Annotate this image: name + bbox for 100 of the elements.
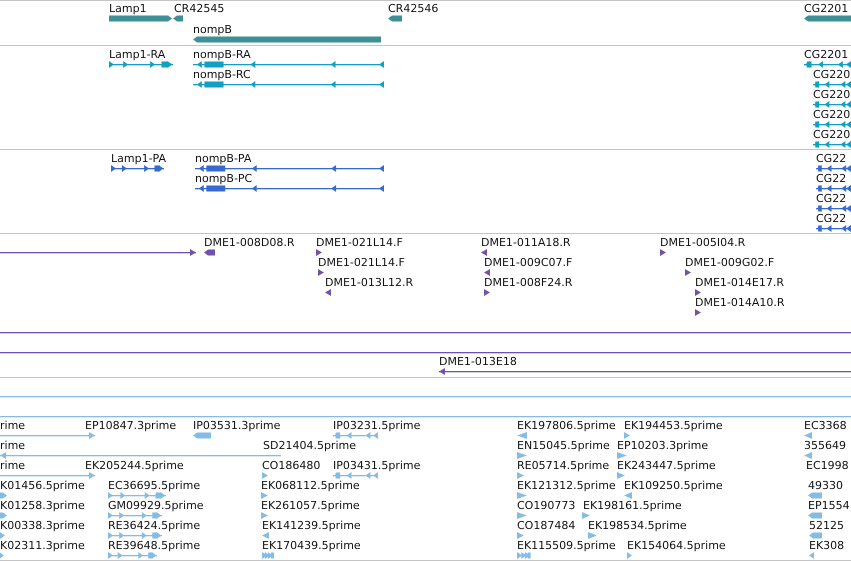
transcript-glyph[interactable] — [813, 121, 851, 128]
est-glyph[interactable] — [262, 472, 268, 479]
est-glyph[interactable] — [108, 532, 162, 539]
feature-label: DME1-008D08.R — [204, 237, 294, 249]
est-glyph[interactable] — [627, 552, 632, 559]
est-glyph[interactable] — [0, 432, 95, 439]
protein-glyph[interactable] — [816, 225, 851, 232]
est-glyph[interactable] — [0, 413, 851, 420]
est-glyph[interactable] — [108, 512, 162, 519]
protein-glyph[interactable] — [111, 165, 164, 172]
est-glyph[interactable] — [0, 532, 5, 539]
gene-glyph[interactable] — [193, 36, 381, 43]
est-glyph[interactable] — [108, 552, 157, 559]
est-glyph[interactable] — [193, 432, 211, 439]
feature-label: EK198161.5prime — [583, 500, 682, 512]
feature-label: nompB-PA — [195, 153, 252, 165]
feature-label: CG22 — [816, 153, 846, 165]
clone-glyph[interactable] — [316, 249, 322, 256]
est-glyph[interactable] — [517, 532, 524, 539]
est-glyph[interactable] — [517, 552, 530, 559]
protein-glyph[interactable] — [816, 165, 851, 172]
est-glyph[interactable] — [517, 432, 527, 439]
transcript-glyph[interactable] — [109, 61, 173, 68]
protein-glyph[interactable] — [816, 185, 851, 192]
clone-glyph[interactable] — [439, 368, 851, 375]
est-glyph[interactable] — [333, 472, 378, 479]
est-glyph[interactable] — [617, 452, 627, 459]
clone-glyph[interactable] — [0, 249, 196, 256]
clone-glyph[interactable] — [0, 329, 851, 336]
est-glyph[interactable] — [0, 512, 7, 519]
transcript-glyph[interactable] — [813, 101, 851, 108]
est-glyph[interactable] — [617, 472, 625, 479]
feature-label: EP10203.3prime — [617, 440, 708, 452]
feature-label: Lamp1-PA — [111, 153, 166, 165]
est-glyph[interactable] — [804, 452, 812, 459]
transcript-glyph[interactable] — [193, 61, 384, 68]
est-glyph[interactable] — [517, 452, 527, 459]
est-glyph[interactable] — [808, 512, 822, 519]
clone-glyph[interactable] — [481, 249, 487, 256]
est-glyph[interactable] — [804, 432, 812, 439]
feature-label: DME1-008F24.R — [484, 277, 572, 289]
feature-label: EK308 — [809, 540, 844, 552]
transcript-glyph[interactable] — [193, 81, 384, 88]
est-glyph[interactable] — [333, 432, 378, 439]
feature-label: EK068112.5prime — [261, 480, 360, 492]
protein-glyph[interactable] — [195, 165, 384, 172]
clone-glyph[interactable] — [318, 269, 324, 276]
feature-label: Lamp1-RA — [109, 49, 166, 61]
est-glyph[interactable] — [517, 492, 527, 499]
est-glyph[interactable] — [517, 472, 524, 479]
est-glyph[interactable] — [517, 512, 527, 519]
est-glyph[interactable] — [0, 472, 95, 479]
transcript-glyph[interactable] — [813, 81, 851, 88]
feature-label: EK141239.5prime — [262, 520, 361, 532]
transcript-glyph[interactable] — [804, 61, 851, 68]
est-glyph[interactable] — [0, 393, 851, 400]
clone-glyph[interactable] — [484, 269, 490, 276]
feature-label: IP03231.5prime — [333, 420, 420, 432]
protein-glyph[interactable] — [816, 205, 851, 212]
est-glyph[interactable] — [809, 532, 822, 539]
clone-glyph[interactable] — [695, 289, 701, 296]
clone-glyph[interactable] — [484, 289, 490, 296]
clone-glyph[interactable] — [660, 249, 666, 256]
est-glyph[interactable] — [0, 492, 7, 499]
est-glyph[interactable] — [809, 552, 814, 559]
feature-label: EN15045.5prime — [517, 440, 610, 452]
clone-glyph[interactable] — [685, 269, 691, 276]
feature-label: EC1998 — [806, 460, 849, 472]
clone-glyph[interactable] — [0, 349, 851, 356]
est-glyph[interactable] — [588, 532, 597, 539]
feature-label: DME1-009C07.F — [484, 257, 572, 269]
feature-label: K01456.5prime — [0, 480, 85, 492]
feature-label: 355649 — [804, 440, 846, 452]
feature-label: 52125 — [809, 520, 844, 532]
est-glyph[interactable] — [261, 512, 268, 519]
protein-glyph[interactable] — [195, 185, 384, 192]
feature-label: CG22 — [816, 193, 846, 205]
feature-label: DME1-021L14.F — [318, 257, 405, 269]
feature-label: EP10847.3prime — [85, 420, 176, 432]
gene-glyph[interactable] — [173, 15, 183, 22]
est-glyph[interactable] — [808, 492, 822, 499]
clone-glyph[interactable] — [204, 249, 215, 256]
est-glyph[interactable] — [624, 492, 632, 499]
est-glyph[interactable] — [261, 492, 268, 499]
clone-glyph[interactable] — [325, 289, 331, 296]
feature-label: nompB-PC — [195, 173, 252, 185]
est-glyph[interactable] — [0, 552, 4, 559]
clone-glyph[interactable] — [695, 309, 701, 316]
est-glyph[interactable] — [624, 432, 630, 439]
feature-label: 49330 — [808, 480, 843, 492]
feature-label: CG220 — [813, 89, 850, 101]
transcript-glyph[interactable] — [813, 141, 851, 148]
gene-glyph[interactable] — [804, 15, 851, 22]
est-glyph[interactable] — [0, 452, 281, 459]
gene-glyph[interactable] — [388, 15, 402, 22]
est-glyph[interactable] — [108, 492, 166, 499]
est-glyph[interactable] — [262, 532, 269, 539]
est-glyph[interactable] — [262, 552, 273, 559]
est-glyph[interactable] — [582, 512, 590, 519]
feature-label: CO186480 — [262, 460, 320, 472]
